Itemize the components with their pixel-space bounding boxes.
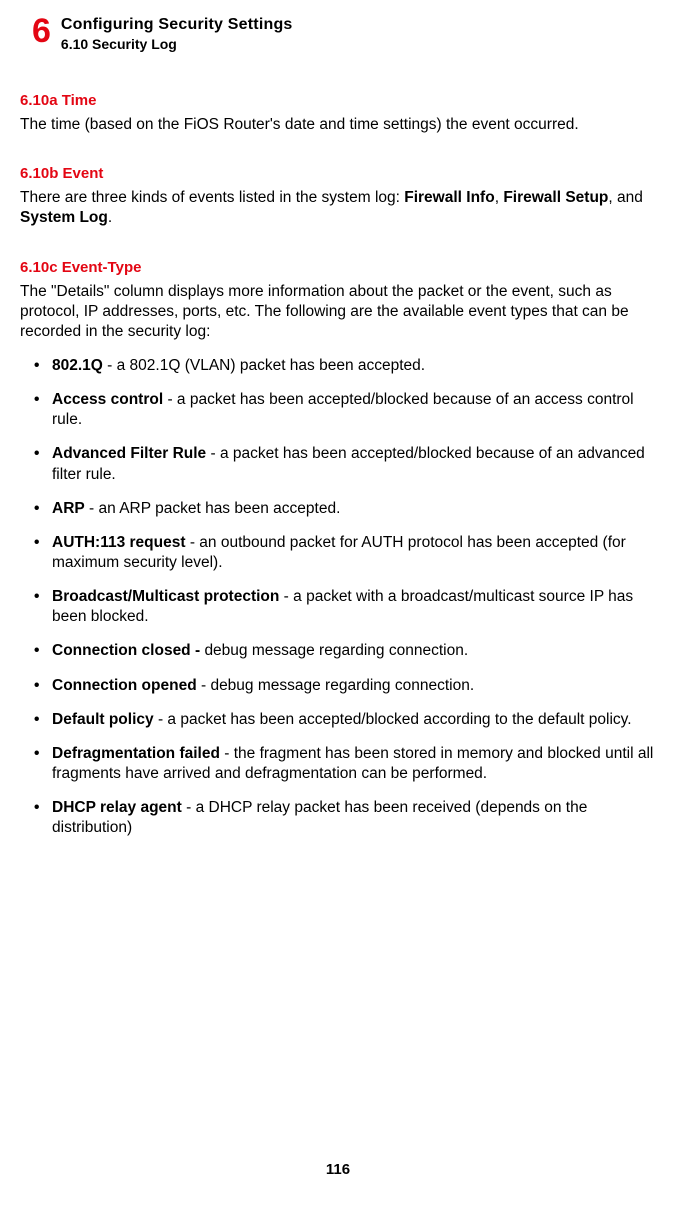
chapter-number: 6 (32, 14, 51, 48)
term: AUTH:113 request (52, 534, 186, 551)
desc: debug message regarding connection. (204, 642, 468, 659)
page-header: 6 Configuring Security Settings 6.10 Sec… (32, 14, 656, 52)
paragraph-event-type: The "Details" column displays more infor… (20, 282, 656, 342)
desc: - an ARP packet has been accepted. (85, 500, 341, 517)
list-item: 802.1Q - a 802.1Q (VLAN) packet has been… (34, 356, 656, 376)
bold-firewall-setup: Firewall Setup (503, 189, 608, 206)
bold-system-log: System Log (20, 209, 108, 226)
term: Broadcast/Multicast protection (52, 588, 279, 605)
list-item: Advanced Filter Rule - a packet has been… (34, 444, 656, 484)
list-item: Connection closed - debug message regard… (34, 641, 656, 661)
term: Default policy (52, 711, 154, 728)
page-number: 116 (0, 1161, 676, 1178)
term: 802.1Q (52, 357, 103, 374)
paragraph-event: There are three kinds of events listed i… (20, 188, 656, 228)
desc: - a packet has been accepted/blocked acc… (154, 711, 632, 728)
list-item: Broadcast/Multicast protection - a packe… (34, 587, 656, 627)
list-item: Default policy - a packet has been accep… (34, 710, 656, 730)
event-type-list: 802.1Q - a 802.1Q (VLAN) packet has been… (20, 356, 656, 838)
text: , and (608, 189, 642, 206)
subsection-heading-event: 6.10b Event (20, 165, 656, 182)
chapter-title: Configuring Security Settings (61, 15, 293, 34)
bold-firewall-info: Firewall Info (404, 189, 494, 206)
list-item: ARP - an ARP packet has been accepted. (34, 499, 656, 519)
term: Defragmentation failed (52, 745, 220, 762)
desc: - a 802.1Q (VLAN) packet has been accept… (103, 357, 425, 374)
paragraph-time: The time (based on the FiOS Router's dat… (20, 115, 656, 135)
term: Connection closed - (52, 642, 204, 659)
list-item: Defragmentation failed - the fragment ha… (34, 744, 656, 784)
list-item: DHCP relay agent - a DHCP relay packet h… (34, 798, 656, 838)
text: There are three kinds of events listed i… (20, 189, 404, 206)
subsection-heading-time: 6.10a Time (20, 92, 656, 109)
term: Connection opened (52, 677, 197, 694)
desc: - debug message regarding connection. (197, 677, 474, 694)
term: ARP (52, 500, 85, 517)
header-text: Configuring Security Settings 6.10 Secur… (61, 14, 293, 52)
term: Access control (52, 391, 163, 408)
text: . (108, 209, 112, 226)
term: DHCP relay agent (52, 799, 182, 816)
term: Advanced Filter Rule (52, 445, 206, 462)
list-item: Connection opened - debug message regard… (34, 676, 656, 696)
list-item: AUTH:113 request - an outbound packet fo… (34, 533, 656, 573)
subsection-heading-event-type: 6.10c Event-Type (20, 259, 656, 276)
section-title: 6.10 Security Log (61, 36, 293, 52)
list-item: Access control - a packet has been accep… (34, 390, 656, 430)
content: 6.10a Time The time (based on the FiOS R… (20, 92, 656, 838)
